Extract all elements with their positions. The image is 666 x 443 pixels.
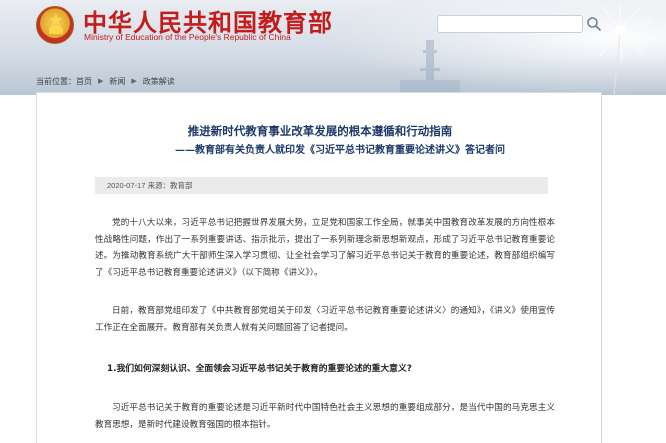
national-emblem-icon [36, 6, 74, 44]
breadcrumb-separator-icon: ▶ [98, 78, 104, 85]
breadcrumb-item-policy[interactable]: 政策解读 [143, 76, 175, 87]
breadcrumb: 当前位置： 首页 ▶ 新闻 ▶ 政策解读 [36, 74, 175, 88]
tower-silhouette-icon [400, 40, 460, 95]
article-question-heading: 1.我们如何深刻认识、全面领会习近平总书记关于教育的重要论述的重大意义? [107, 364, 412, 374]
breadcrumb-item-home[interactable]: 首页 [76, 76, 92, 87]
article-meta: 2020-07-17 来源：教育部 [107, 181, 193, 190]
search-input[interactable] [437, 15, 583, 33]
site-subtitle: Ministry of Education of the People's Re… [84, 32, 291, 42]
site-header: 中华人民共和国教育部 Ministry of Education of the … [0, 0, 666, 95]
breadcrumb-item-news[interactable]: 新闻 [109, 76, 125, 87]
article-paragraph: 习近平总书记关于教育的重要论述是习近平新时代中国特色社会主义思想的重要组成部分，… [95, 403, 555, 430]
article-title: 推进新时代教育事业改革发展的根本遵循和行动指南 [187, 124, 453, 138]
breadcrumb-label: 当前位置： [36, 76, 76, 86]
article-meta-bar: 2020-07-17 来源：教育部 [95, 177, 548, 194]
search-icon[interactable] [585, 15, 603, 33]
breadcrumb-separator-icon: ▶ [131, 78, 137, 85]
article-paragraph: 党的十八大以来，习近平总书记把握世界发展大势，立足党和国家工作全局，就事关中国教… [95, 218, 555, 278]
article-panel: 推进新时代教育事业改革发展的根本遵循和行动指南 ——教育部有关负责人就印发《习近… [36, 92, 602, 443]
article-subtitle: ——教育部有关负责人就印发《习近平总书记教育重要论述讲义》答记者问 [175, 145, 505, 156]
article-paragraph: 日前，教育部党组印发了《中共教育部党组关于印发〈习近平总书记教育重要论述讲义〉的… [95, 306, 555, 333]
